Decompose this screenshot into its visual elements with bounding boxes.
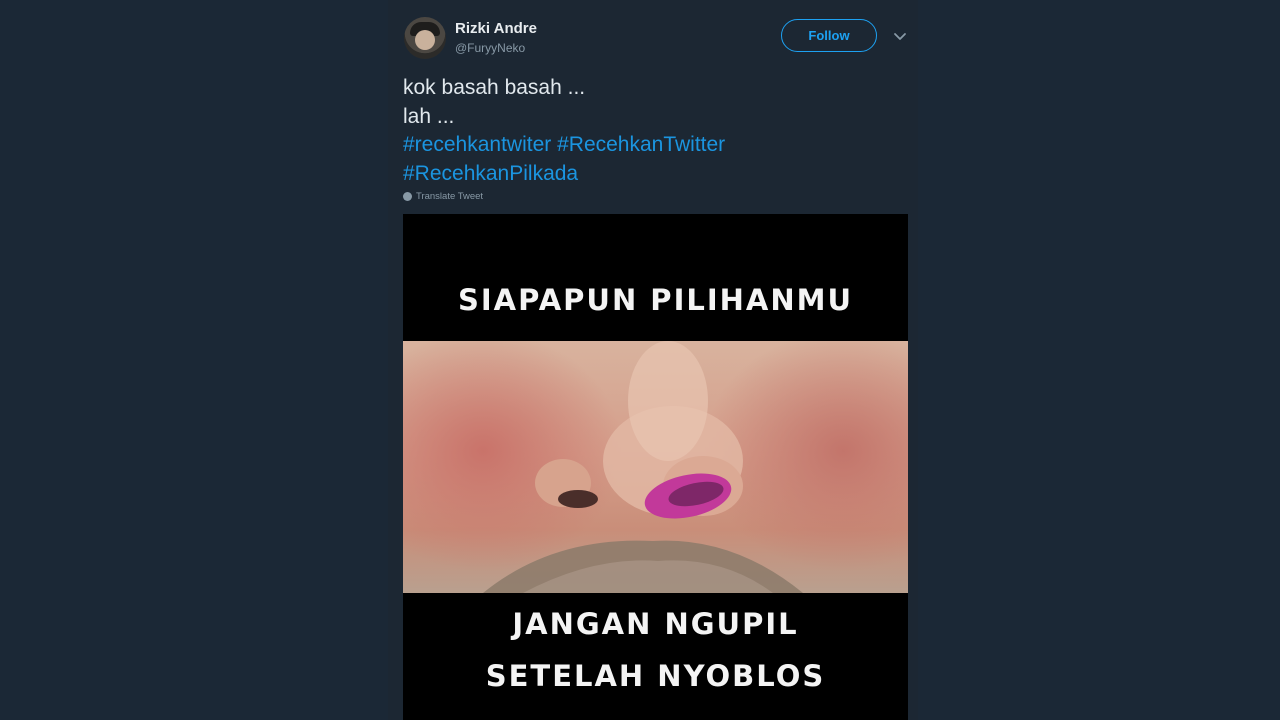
user-handle[interactable]: @FuryyNeko bbox=[455, 41, 525, 55]
tweet-text: kok basah basah ... lah ... #recehkantwi… bbox=[403, 74, 903, 188]
globe-icon bbox=[403, 192, 412, 201]
hashtag-link[interactable]: #RecehkanTwitter bbox=[557, 133, 725, 156]
hashtag-link[interactable]: #RecehkanPilkada bbox=[403, 162, 578, 185]
meme-bottom-caption-line-1: JANGAN NGUPIL bbox=[512, 607, 799, 641]
meme-bottom-caption-line-2: SETELAH NYOBLOS bbox=[485, 659, 826, 693]
page: Rizki Andre @FuryyNeko Follow kok basah … bbox=[0, 0, 1280, 720]
tweet-card: Rizki Andre @FuryyNeko Follow kok basah … bbox=[388, 0, 918, 720]
translate-tweet-link[interactable]: Translate Tweet bbox=[403, 191, 483, 202]
translate-label: Translate Tweet bbox=[416, 191, 484, 202]
tweet-line-2: lah ... bbox=[403, 104, 455, 128]
meme-photo bbox=[403, 341, 908, 593]
tweet-line-1: kok basah basah ... bbox=[403, 76, 586, 99]
avatar-face bbox=[415, 30, 435, 50]
hashtag-row: #RecehkanPilkada bbox=[403, 160, 903, 189]
display-name[interactable]: Rizki Andre bbox=[455, 20, 537, 37]
meme-top-band bbox=[403, 214, 908, 340]
follow-button[interactable]: Follow bbox=[781, 19, 877, 52]
tweet-image[interactable]: SIAPAPUN PILIHANMU JANGAN NGUPIL SETELAH… bbox=[403, 214, 908, 720]
face-illustration bbox=[483, 341, 803, 593]
chevron-down-icon[interactable] bbox=[893, 29, 907, 43]
meme-top-caption: SIAPAPUN PILIHANMU bbox=[457, 283, 854, 317]
hashtag-link[interactable]: #recehkantwiter bbox=[403, 133, 551, 156]
hashtag-row: #recehkantwiter #RecehkanTwitter bbox=[403, 131, 903, 160]
avatar[interactable] bbox=[404, 17, 446, 59]
